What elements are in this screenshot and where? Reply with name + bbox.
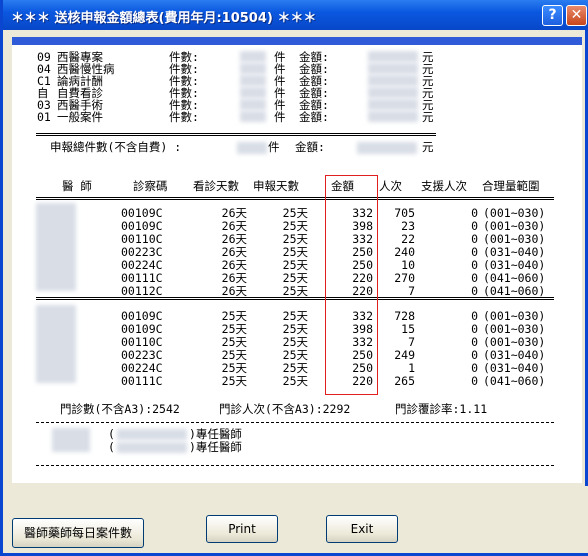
stat-visits: 門診數(不含A3):2542 — [60, 402, 180, 416]
redacted-total-count — [237, 142, 267, 154]
total-label: 申報總件數(不含自費) : — [50, 140, 182, 154]
group-separator — [36, 297, 554, 300]
help-button[interactable]: ? — [542, 5, 563, 26]
redacted-count — [240, 111, 266, 122]
redacted-amount — [368, 51, 418, 62]
button-bar: 醫師藥師每日案件數 Print Exit — [6, 486, 588, 553]
footer-separator — [36, 465, 554, 466]
redacted-doctor-1 — [36, 203, 76, 291]
redacted-count — [240, 87, 266, 98]
cell-support: 0 — [471, 374, 478, 388]
cell-claim-days: 25天 — [282, 374, 308, 388]
redacted-total-amount — [357, 142, 417, 154]
stat-revisit: 門診覆診率:1.11 — [395, 402, 488, 416]
stats-separator — [36, 422, 554, 423]
redacted-doctor-1-id — [117, 429, 187, 440]
header-days: 看診天數 — [193, 179, 239, 193]
header-count: 人次 — [379, 179, 402, 193]
daily-cases-button[interactable]: 醫師藥師每日案件數 — [12, 518, 144, 548]
window-title: ＊＊＊ 送核申報金額總表(費用年月:10504) ＊＊＊ — [11, 11, 317, 26]
cell-count: 265 — [394, 374, 415, 388]
report-header-bar — [12, 37, 582, 45]
total-unit2: 元 — [422, 140, 434, 154]
summary-count-unit: 件 — [274, 110, 286, 124]
stat-persons: 門診人次(不含A3):2292 — [219, 402, 351, 416]
cell-code: 00111C — [121, 374, 163, 388]
exit-button[interactable]: Exit — [326, 515, 398, 543]
summary-count-label: 件數: — [169, 110, 199, 124]
header-separator — [36, 197, 554, 200]
redacted-amount — [368, 75, 418, 86]
redacted-count — [240, 99, 266, 110]
redacted-doctor-2 — [36, 305, 76, 383]
redacted-count — [240, 51, 266, 62]
amount-highlight-box — [325, 175, 378, 395]
redacted-amount — [368, 99, 418, 110]
total-unit1: 件 — [268, 140, 280, 154]
total-label2: 金額: — [295, 140, 325, 154]
help-icon: ? — [548, 7, 557, 23]
summary-amount-unit: 元 — [422, 110, 434, 124]
summary-name: 一般案件 — [57, 110, 103, 124]
redacted-amount — [368, 63, 418, 74]
title-bar: ＊＊＊ 送核申報金額總表(費用年月:10504) ＊＊＊ ? ✕ — [3, 0, 588, 30]
summary-separator — [36, 133, 436, 136]
header-claim-days: 申報天數 — [253, 179, 299, 193]
doctor-2-role: )專任醫師 — [189, 440, 242, 454]
report-area: 09 西醫專案 件數: 件金額: 元 04 西醫慢性病 件數: 件金額: 元 C1 論病計酬 件數: 件金… — [12, 45, 582, 483]
cell-range: (041~060) — [483, 374, 546, 388]
redacted-doctor-names — [52, 428, 90, 452]
summary-code: 01 — [37, 110, 51, 124]
redacted-amount — [368, 111, 418, 122]
doctor-2-paren: ( — [108, 440, 115, 454]
cell-days: 25天 — [221, 374, 247, 388]
close-button[interactable]: ✕ — [566, 5, 587, 26]
header-doctor: 醫 師 — [62, 179, 92, 193]
close-icon: ✕ — [570, 7, 583, 23]
redacted-amount — [368, 87, 418, 98]
redacted-count — [240, 63, 266, 74]
header-support: 支援人次 — [421, 179, 467, 193]
redacted-count — [240, 75, 266, 86]
report-window: ＊＊＊ 送核申報金額總表(費用年月:10504) ＊＊＊ ? ✕ 09 西醫專案件… — [0, 0, 588, 556]
header-range: 合理量範圍 — [482, 179, 540, 193]
redacted-doctor-2-id — [117, 442, 187, 453]
summary-amount-label: 金額: — [299, 110, 329, 124]
print-button[interactable]: Print — [206, 515, 278, 543]
header-code: 診察碼 — [133, 179, 168, 193]
